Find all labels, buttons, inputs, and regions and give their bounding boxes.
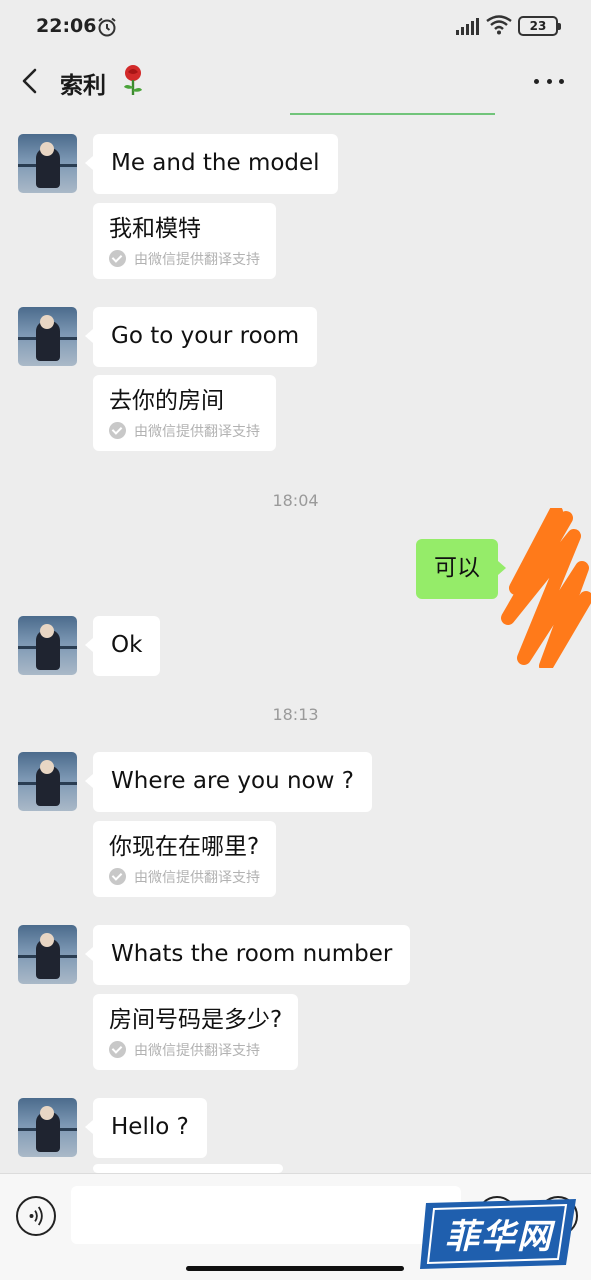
translation-bubble[interactable]: 房间号码是多少? 由微信提供翻译支持 xyxy=(93,994,299,1070)
contact-avatar[interactable] xyxy=(18,752,77,811)
credit-text: 由微信提供翻译支持 xyxy=(134,423,260,440)
message-bubble[interactable]: Go to your room xyxy=(84,307,318,367)
credit-text: 由微信提供翻译支持 xyxy=(134,251,260,268)
message-bubble[interactable]: Ok xyxy=(84,616,161,676)
battery-level: 23 xyxy=(529,19,547,33)
translation-text: 我和模特 xyxy=(109,216,201,242)
back-icon[interactable] xyxy=(18,66,42,96)
alarm-icon xyxy=(98,17,116,37)
message-input[interactable] xyxy=(71,1186,461,1244)
check-icon xyxy=(109,422,126,440)
translation-bubble-partial xyxy=(93,1164,283,1173)
self-message-bubble[interactable]: 可以 xyxy=(416,539,506,599)
translation-bubble[interactable]: 去你的房间 由微信提供翻译支持 xyxy=(93,375,276,451)
check-icon xyxy=(109,868,126,886)
home-indicator[interactable] xyxy=(186,1266,404,1271)
translation-bubble[interactable]: 你现在在哪里? 由微信提供翻译支持 xyxy=(93,821,276,897)
message-bubble[interactable]: Whats the room number xyxy=(84,925,411,985)
status-time: 22:06 xyxy=(36,15,97,37)
wifi-icon xyxy=(486,15,512,35)
check-icon xyxy=(109,250,126,268)
message-bubble[interactable]: Me and the model xyxy=(85,134,338,194)
message-timestamp: 18:13 xyxy=(272,705,319,724)
redaction-scribble xyxy=(501,508,591,668)
translation-credit: 由微信提供翻译支持 xyxy=(109,421,260,441)
contact-avatar[interactable] xyxy=(18,1098,77,1157)
translation-credit: 由微信提供翻译支持 xyxy=(109,1040,282,1060)
divider xyxy=(290,113,495,115)
watermark-text: 菲华网 xyxy=(445,1216,553,1257)
translation-text: 去你的房间 xyxy=(109,388,224,414)
contact-avatar[interactable] xyxy=(18,134,77,193)
translation-text: 你现在在哪里? xyxy=(109,834,260,860)
check-icon xyxy=(109,1041,126,1059)
more-options-icon[interactable] xyxy=(534,76,564,86)
contact-avatar[interactable] xyxy=(18,307,77,366)
message-bubble[interactable]: Hello ? xyxy=(85,1098,207,1158)
contact-avatar[interactable] xyxy=(18,925,77,984)
translation-credit: 由微信提供翻译支持 xyxy=(109,867,260,887)
credit-text: 由微信提供翻译支持 xyxy=(134,1042,260,1059)
rose-icon xyxy=(124,65,142,95)
chat-header: 索利 xyxy=(0,52,591,114)
contact-avatar[interactable] xyxy=(18,616,77,675)
translation-text: 房间号码是多少? xyxy=(109,1007,283,1033)
battery-icon: 23 xyxy=(518,16,561,36)
message-bubble[interactable]: Where are you now ? xyxy=(85,752,372,812)
translation-credit: 由微信提供翻译支持 xyxy=(109,249,260,269)
chat-title: 索利 xyxy=(60,73,106,99)
credit-text: 由微信提供翻译支持 xyxy=(134,869,260,886)
status-bar: 22:06 23 xyxy=(0,0,591,52)
voice-input-icon[interactable] xyxy=(16,1196,56,1236)
signal-icon xyxy=(456,18,479,35)
translation-bubble[interactable]: 我和模特 由微信提供翻译支持 xyxy=(93,203,276,279)
